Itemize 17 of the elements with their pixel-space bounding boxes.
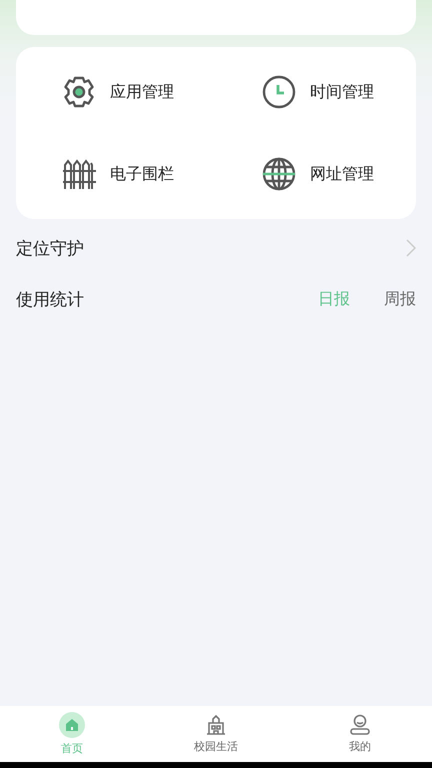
settings-icon bbox=[62, 75, 96, 109]
profile-icon bbox=[349, 714, 371, 736]
nav-tab[interactable]: 校园生活 bbox=[144, 706, 288, 762]
school-building-icon bbox=[205, 714, 227, 736]
row-label[interactable]: 定位守护 bbox=[16, 236, 84, 260]
chevron-right-icon[interactable] bbox=[406, 239, 416, 257]
nav-tab[interactable]: 我的 bbox=[288, 706, 432, 762]
feature-label[interactable]: 时间管理 bbox=[310, 82, 374, 102]
feature-label[interactable]: 应用管理 bbox=[110, 82, 174, 102]
section-title: 使用统计 bbox=[16, 288, 84, 310]
globe-icon bbox=[262, 157, 296, 191]
feature-label[interactable]: 电子围栏 bbox=[110, 164, 174, 184]
feature-label[interactable]: 网址管理 bbox=[310, 164, 374, 184]
fence-icon bbox=[62, 157, 96, 191]
home-icon bbox=[59, 712, 85, 738]
clock-icon bbox=[262, 75, 296, 109]
report-tab[interactable]: 周报 bbox=[384, 288, 416, 310]
